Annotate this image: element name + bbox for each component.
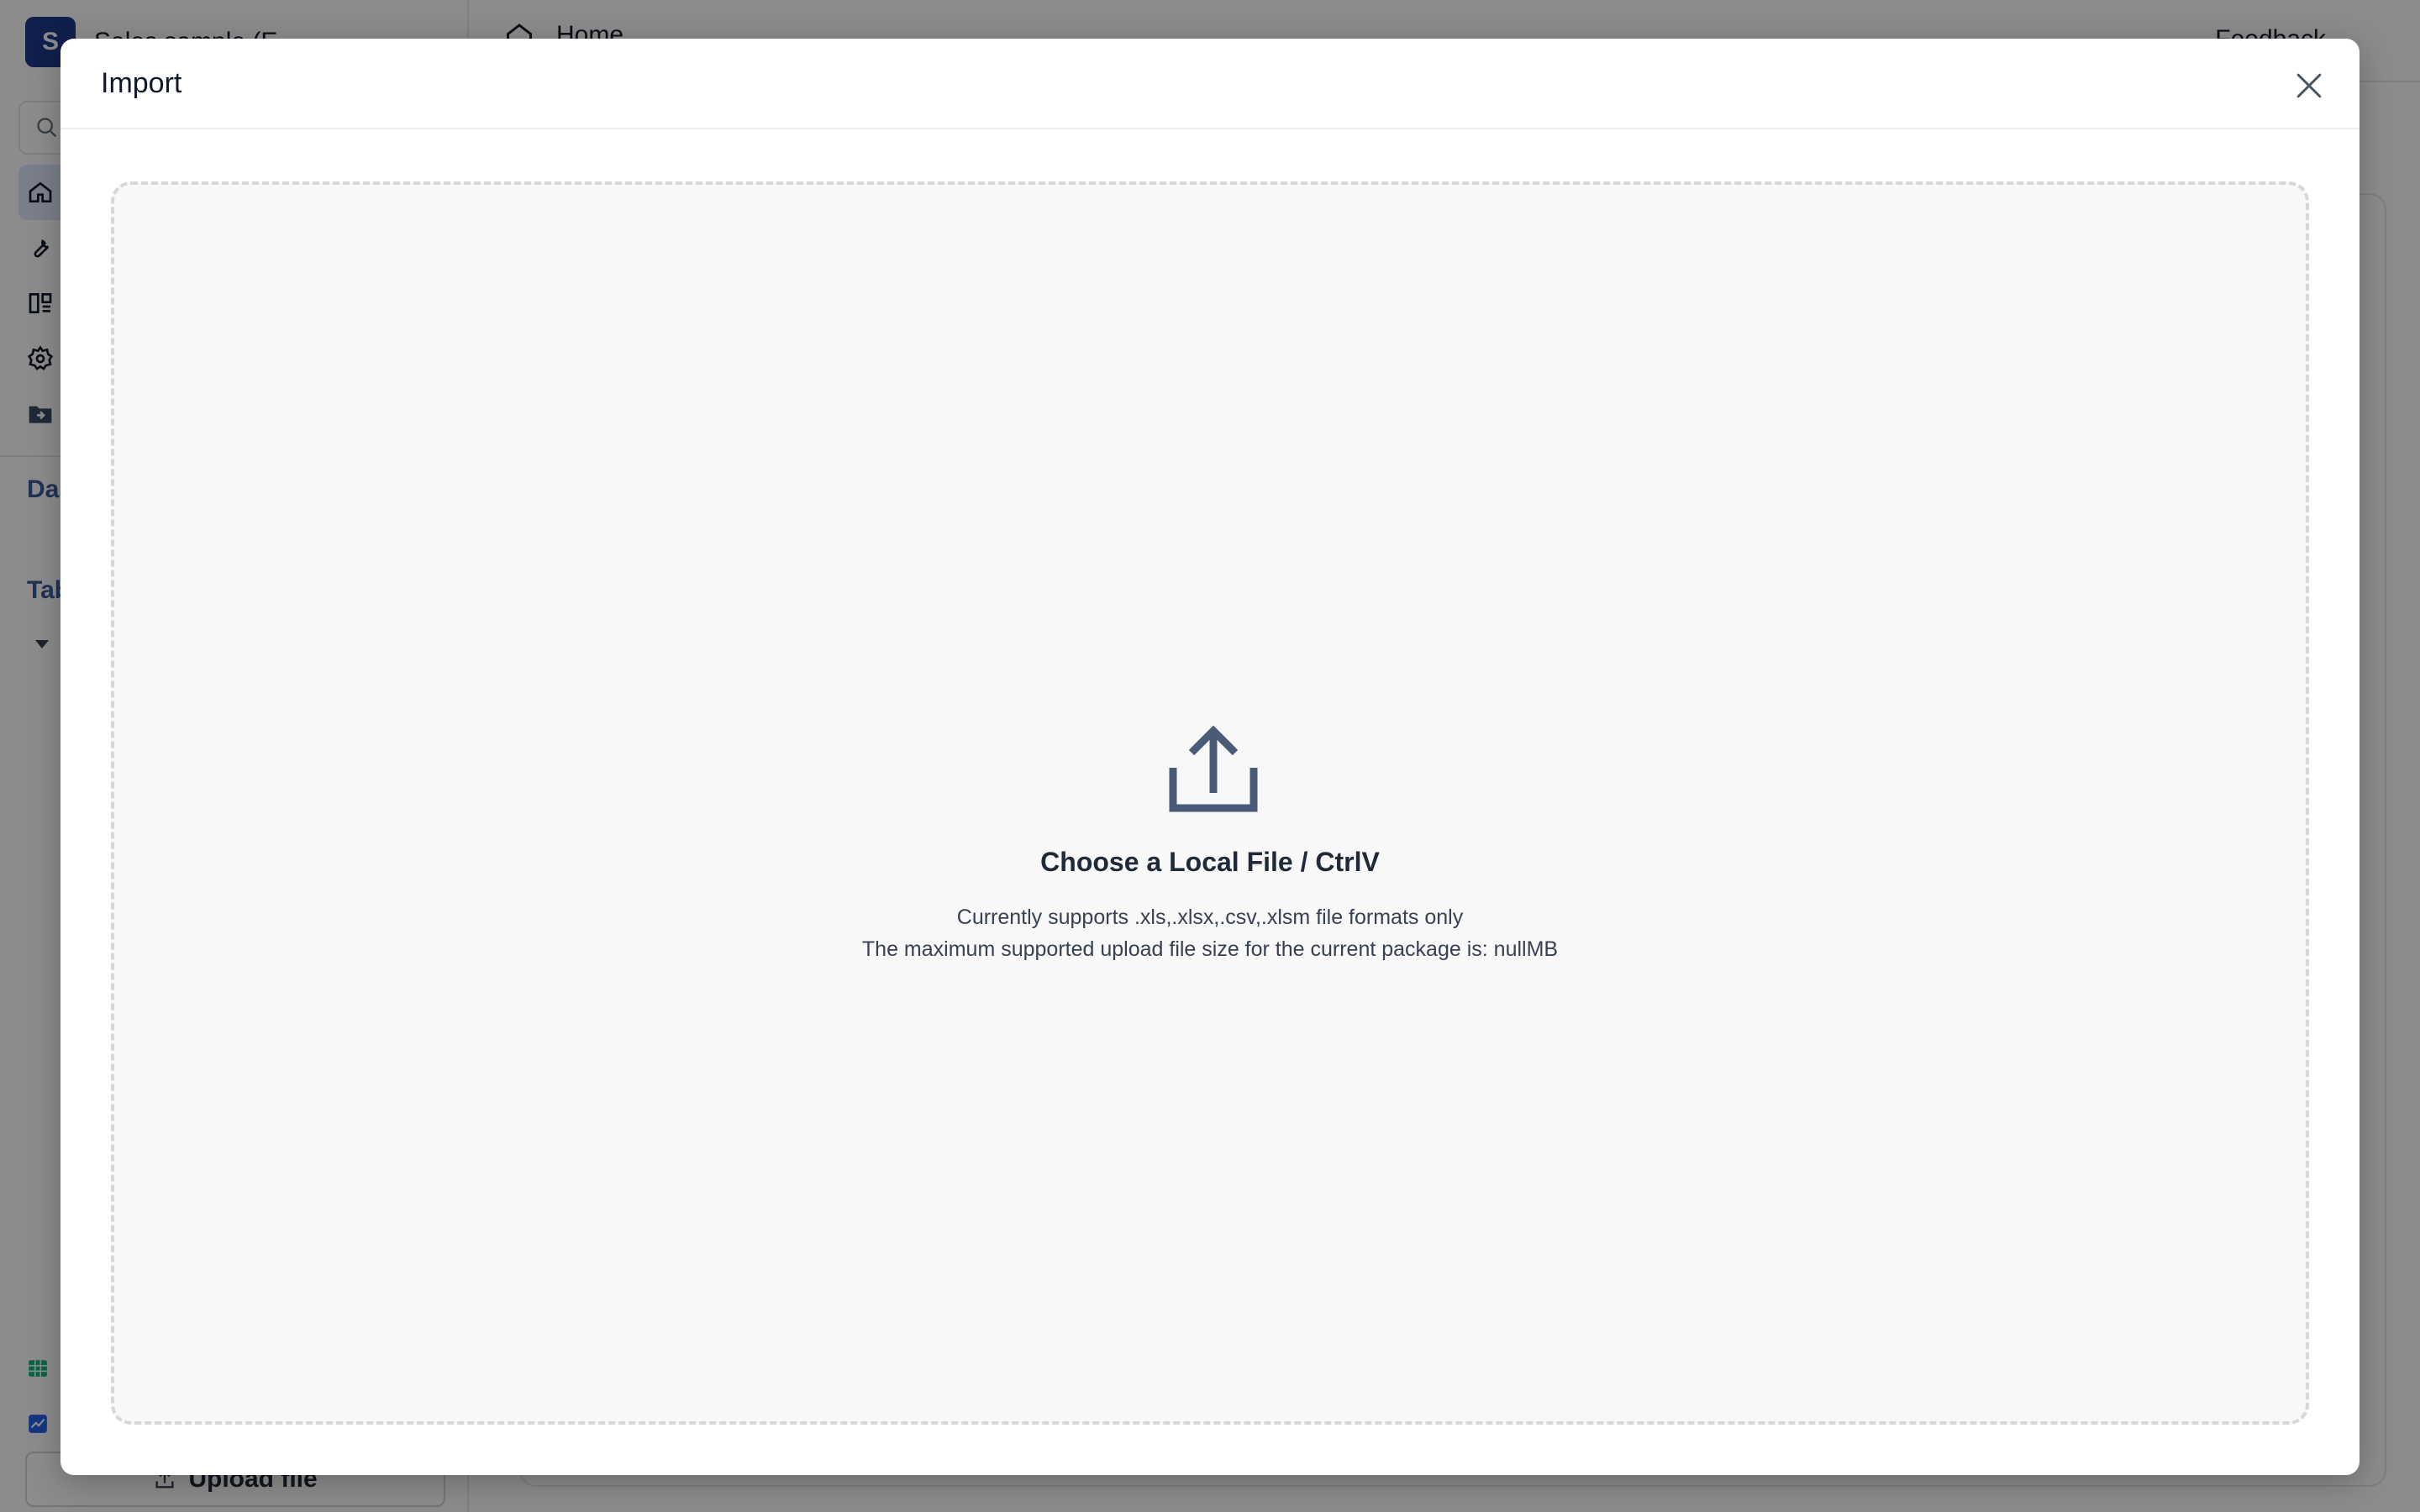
upload-icon [1169, 725, 1258, 812]
close-button[interactable] [2291, 67, 2328, 104]
dropzone-title: Choose a Local File / CtrlV [1040, 847, 1380, 877]
import-modal: Import Choose a Local File / CtrlV Curre… [60, 39, 2360, 1475]
dropzone-size-text: The maximum supported upload file size f… [861, 937, 1559, 961]
close-icon [2296, 73, 2322, 98]
modal-header: Import [60, 39, 2360, 129]
dropzone-formats-text: Currently supports .xls,.xlsx,.csv,.xlsm… [956, 906, 1464, 929]
file-dropzone[interactable]: Choose a Local File / CtrlV Currently su… [111, 181, 2309, 1425]
modal-title: Import [101, 67, 182, 99]
